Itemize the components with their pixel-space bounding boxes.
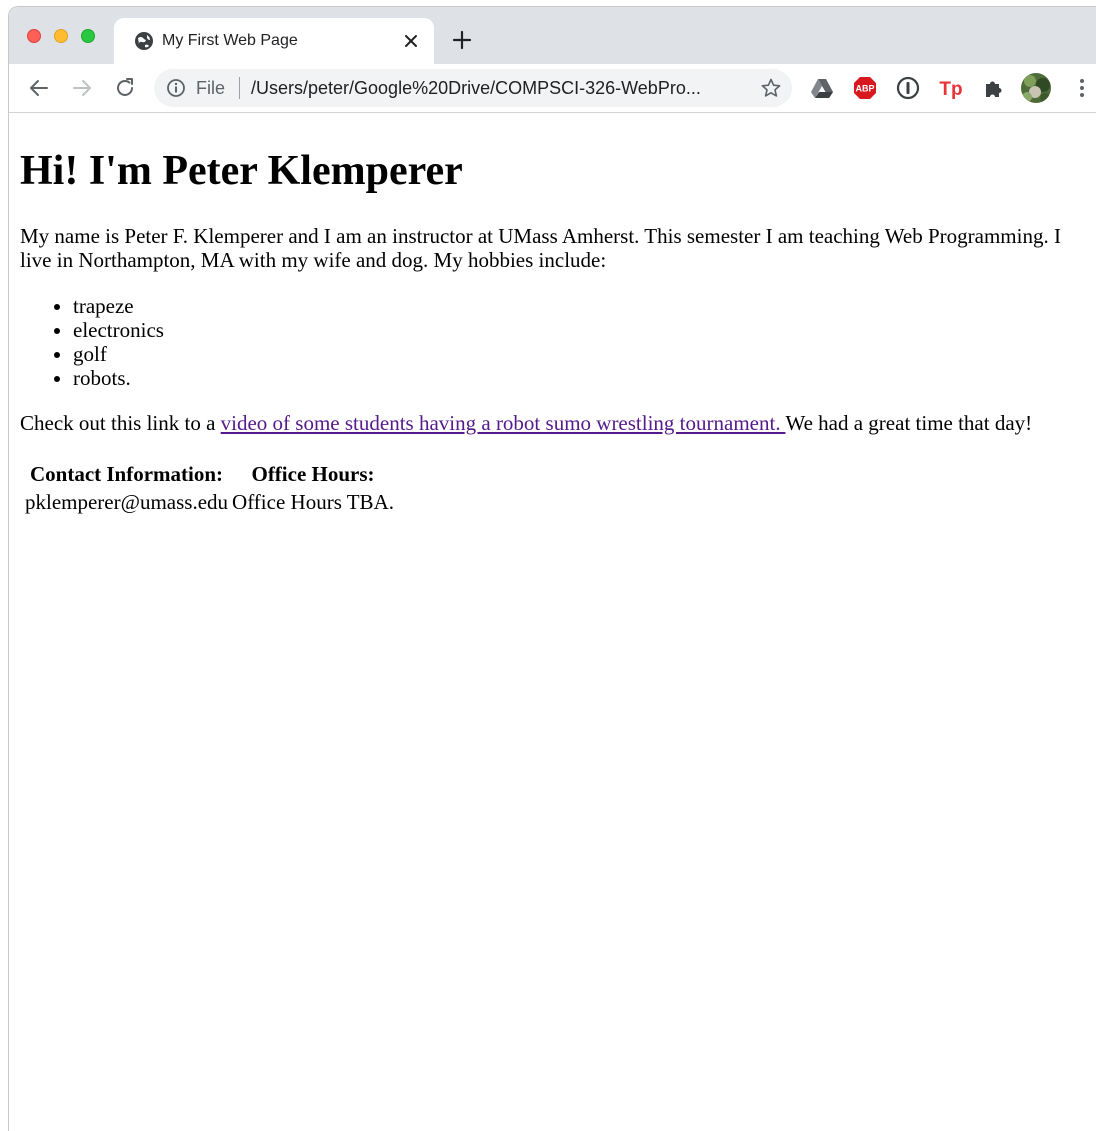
profile-avatar[interactable]	[1021, 73, 1051, 103]
forward-arrow-icon[interactable]	[70, 76, 94, 100]
list-item: robots.	[73, 366, 164, 390]
table-header-row: Contact Information: Office Hours:	[24, 461, 395, 487]
list-item: trapeze	[73, 294, 164, 318]
contact-email: pklemperer@umass.edu	[25, 490, 229, 514]
avatar-image	[1021, 73, 1051, 103]
info-icon[interactable]	[166, 78, 186, 98]
tab-strip: My First Web Page	[9, 7, 1096, 64]
svg-text:Tp: Tp	[939, 79, 962, 100]
list-item: electronics	[73, 318, 164, 342]
globe-icon	[135, 32, 153, 50]
intro-paragraph: My name is Peter F. Klemperer and I am a…	[20, 224, 1061, 272]
window-maximize-button[interactable]	[81, 29, 95, 43]
address-bar[interactable]: File /Users/peter/Google%20Drive/COMPSCI…	[154, 69, 792, 107]
scheme-label: File	[196, 78, 226, 98]
list-item: golf	[73, 342, 164, 366]
link-paragraph: Check out this link to a video of some s…	[20, 411, 1032, 435]
contact-header: Contact Information:	[29, 462, 224, 486]
link-paragraph-prefix: Check out this link to a	[20, 411, 221, 435]
back-arrow-icon[interactable]	[27, 76, 51, 100]
tab-title: My First Web Page	[162, 32, 298, 49]
new-tab-icon[interactable]	[451, 29, 473, 51]
reload-icon[interactable]	[113, 76, 137, 100]
window-minimize-button[interactable]	[54, 29, 68, 43]
google-drive-icon[interactable]	[809, 75, 835, 101]
url-text[interactable]: /Users/peter/Google%20Drive/COMPSCI-326-…	[251, 78, 741, 98]
browser-window: My First Web Page File /Users/peter/Goog…	[8, 6, 1096, 1131]
contact-table: Contact Information: Office Hours: pklem…	[22, 459, 397, 517]
office-hours-value: Office Hours TBA.	[232, 490, 394, 514]
video-link[interactable]: video of some students having a robot su…	[221, 411, 786, 435]
address-separator	[239, 77, 240, 99]
page-heading: Hi! I'm Peter Klemperer	[20, 148, 463, 194]
tab-my-first-web-page[interactable]: My First Web Page	[114, 18, 434, 64]
window-close-button[interactable]	[27, 29, 41, 43]
hobbies-list: trapeze electronics golf robots.	[20, 294, 164, 390]
adblock-plus-icon[interactable]: ABP	[852, 75, 878, 101]
svg-text:ABP: ABP	[855, 84, 874, 94]
close-tab-icon[interactable]	[400, 30, 422, 52]
onepassword-icon[interactable]	[895, 75, 921, 101]
bookmark-star-icon[interactable]	[760, 77, 782, 99]
office-hours-header: Office Hours:	[251, 462, 375, 486]
table-row: pklemperer@umass.edu Office Hours TBA.	[24, 489, 395, 515]
tp-icon[interactable]: Tp	[938, 75, 964, 101]
kebab-menu-icon[interactable]	[1069, 75, 1095, 101]
puzzle-icon[interactable]	[981, 75, 1007, 101]
browser-toolbar: File /Users/peter/Google%20Drive/COMPSCI…	[9, 64, 1096, 113]
link-paragraph-suffix: We had a great time that day!	[785, 411, 1033, 435]
